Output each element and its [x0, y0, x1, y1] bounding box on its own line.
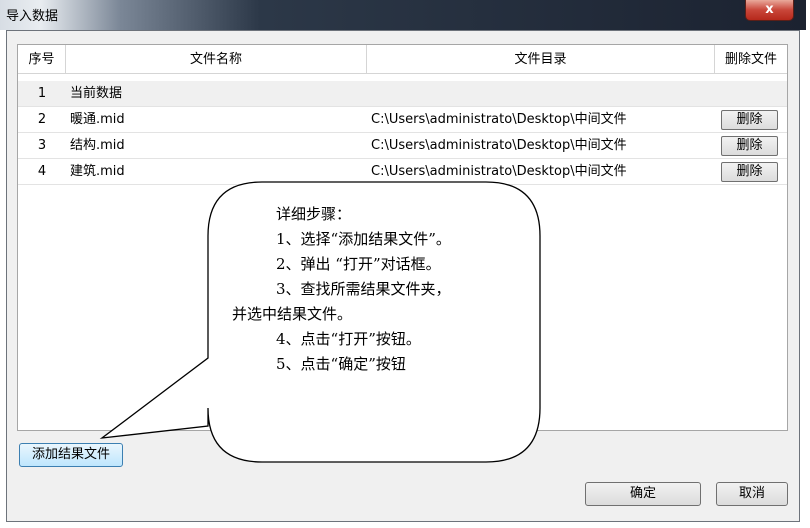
delete-button[interactable]: 删除	[721, 110, 778, 130]
callout-text: 详细步骤： 1、选择“添加结果文件”。 2、弹出 “打开”对话框。 3、查找所需…	[232, 202, 532, 377]
row-index: 3	[37, 138, 47, 153]
table-row[interactable]: 4 建筑.mid C:\Users\administrato\Desktop\中…	[18, 159, 787, 185]
add-result-file-button[interactable]: 添加结果文件	[19, 443, 123, 467]
callout-line: 4、点击“打开”按钮。	[276, 330, 421, 348]
row-file-name: 暖通.mid	[70, 112, 125, 127]
header-file-name[interactable]: 文件名称	[66, 45, 367, 74]
table-row[interactable]: 2 暖通.mid C:\Users\administrato\Desktop\中…	[18, 107, 787, 133]
delete-button[interactable]: 删除	[721, 162, 778, 182]
row-file-name: 当前数据	[70, 86, 123, 101]
row-file-path: C:\Users\administrato\Desktop\中间文件	[371, 112, 627, 127]
table-row[interactable]: 1 当前数据	[18, 81, 787, 107]
callout-line: 详细步骤：	[276, 205, 352, 223]
callout-line: 2、弹出 “打开”对话框。	[276, 255, 441, 273]
ok-button[interactable]: 确定	[585, 482, 701, 506]
callout-line: 1、选择“添加结果文件”。	[276, 230, 451, 248]
row-file-path: C:\Users\administrato\Desktop\中间文件	[371, 164, 627, 179]
title-bar[interactable]: 导入数据 x	[0, 0, 806, 30]
callout-line: 5、点击“确定”按钮	[276, 355, 406, 373]
close-button[interactable]: x	[745, 0, 794, 21]
cancel-button[interactable]: 取消	[716, 482, 788, 506]
row-index: 2	[37, 112, 47, 127]
callout-line: 并选中结果文件。	[232, 305, 353, 323]
row-index: 1	[37, 86, 47, 101]
delete-button[interactable]: 删除	[721, 136, 778, 156]
callout-line: 3、查找所需结果文件夹，	[276, 280, 451, 298]
row-file-name: 结构.mid	[70, 138, 125, 153]
row-index: 4	[37, 164, 47, 179]
window-title: 导入数据	[6, 9, 59, 24]
row-file-name: 建筑.mid	[70, 164, 125, 179]
header-file-path[interactable]: 文件目录	[367, 45, 715, 74]
row-file-path: C:\Users\administrato\Desktop\中间文件	[371, 138, 627, 153]
table-row[interactable]: 3 结构.mid C:\Users\administrato\Desktop\中…	[18, 133, 787, 159]
header-index[interactable]: 序号	[18, 45, 66, 74]
header-delete[interactable]: 删除文件	[715, 45, 787, 74]
close-icon: x	[765, 2, 774, 17]
